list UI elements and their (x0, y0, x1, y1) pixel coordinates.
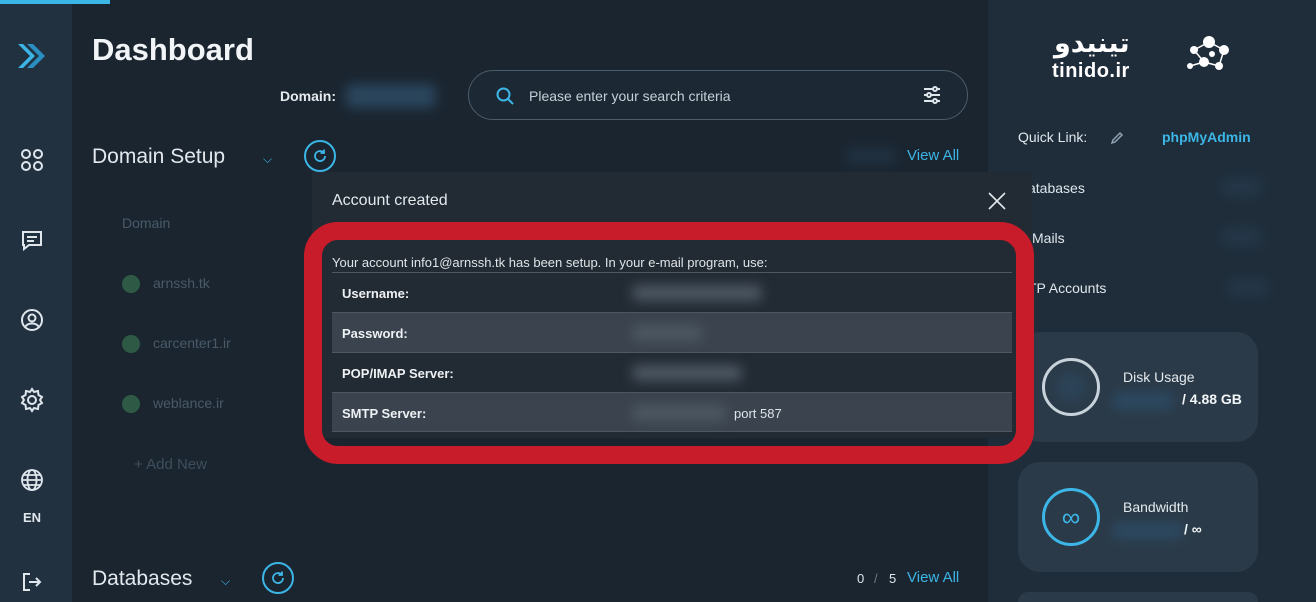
domain-column-header: Domain (122, 215, 171, 231)
language-label[interactable]: EN (0, 510, 64, 525)
refresh-databases-button[interactable] (262, 562, 294, 594)
bandwidth-total: / ∞ (1184, 521, 1202, 537)
edit-pencil-icon[interactable] (1110, 131, 1124, 150)
sidebar: EN (0, 0, 110, 602)
chevron-down-icon[interactable]: ⌵ (263, 152, 272, 167)
globe-icon[interactable] (18, 466, 46, 494)
resource-databases[interactable]: atabases (1028, 180, 1085, 196)
close-icon[interactable] (986, 190, 1008, 212)
logo-icon[interactable] (14, 38, 50, 74)
add-new-label: Add New (146, 456, 207, 473)
bandwidth-card: ∞ Bandwidth / ∞ (1018, 462, 1258, 572)
search-bar (468, 70, 968, 120)
domains-view-all-link[interactable]: View All (907, 147, 959, 164)
infinity-icon: ∞ (1061, 501, 1081, 532)
domain-row[interactable]: weblance.ir (153, 395, 224, 411)
brand-persian-text: تینیدو (1054, 28, 1130, 59)
databases-used-count: 0 (857, 571, 865, 586)
domains-count (846, 148, 896, 164)
domain-label: Domain: (280, 88, 336, 104)
databases-title: Databases (92, 567, 193, 590)
search-icon (495, 86, 515, 111)
plus-icon: + (134, 456, 143, 473)
bandwidth-ring: ∞ (1042, 488, 1100, 546)
resource-count (1222, 178, 1262, 196)
databases-view-all-link[interactable]: View All (907, 569, 959, 586)
resource-count (1222, 228, 1262, 246)
domain-row[interactable]: arnssh.tk (153, 275, 210, 291)
add-new-domain-button[interactable]: + Add New (134, 456, 207, 473)
refresh-domains-button[interactable] (304, 140, 336, 172)
domain-check-icon (122, 395, 140, 413)
resource-ftp-accounts[interactable]: TP Accounts (1028, 280, 1106, 296)
highlight-annotation (304, 222, 1034, 464)
bandwidth-used (1112, 522, 1184, 540)
databases-total-count: 5 (889, 571, 897, 586)
chat-icon[interactable] (18, 226, 46, 254)
bandwidth-label: Bandwidth (1123, 499, 1189, 515)
chevron-down-icon[interactable]: ⌵ (221, 574, 230, 589)
next-card (1018, 592, 1258, 602)
page-title: Dashboard (92, 32, 254, 67)
logout-icon[interactable] (18, 568, 46, 596)
apps-icon[interactable] (18, 146, 46, 174)
disk-usage-card: Disk Usage / 4.88 GB (1018, 332, 1258, 442)
modal-title: Account created (332, 192, 448, 209)
domain-row[interactable]: carcenter1.ir (153, 335, 231, 351)
resource-count (1228, 278, 1268, 296)
quick-link-phpmyadmin[interactable]: phpMyAdmin (1162, 129, 1251, 145)
user-icon[interactable] (18, 306, 46, 334)
settings-icon[interactable] (18, 386, 46, 414)
refresh-icon (314, 149, 326, 162)
filter-icon[interactable] (921, 84, 943, 111)
domain-setup-title: Domain Setup (92, 145, 226, 168)
disk-usage-percent (1056, 372, 1086, 402)
resource-emails[interactable]: Mails (1032, 230, 1065, 246)
refresh-icon (272, 571, 284, 584)
quick-link-label: Quick Link: (1018, 129, 1088, 145)
active-indicator (0, 0, 110, 4)
domain-check-icon (122, 335, 140, 353)
brand-text: tinido.ir (1052, 60, 1130, 82)
domain-selector[interactable] (346, 84, 436, 108)
disk-usage-total: / 4.88 GB (1182, 391, 1242, 407)
disk-usage-used (1112, 392, 1174, 410)
count-separator: / (874, 571, 878, 586)
disk-usage-label: Disk Usage (1123, 369, 1195, 385)
search-input[interactable] (529, 85, 889, 107)
domain-check-icon (122, 275, 140, 293)
